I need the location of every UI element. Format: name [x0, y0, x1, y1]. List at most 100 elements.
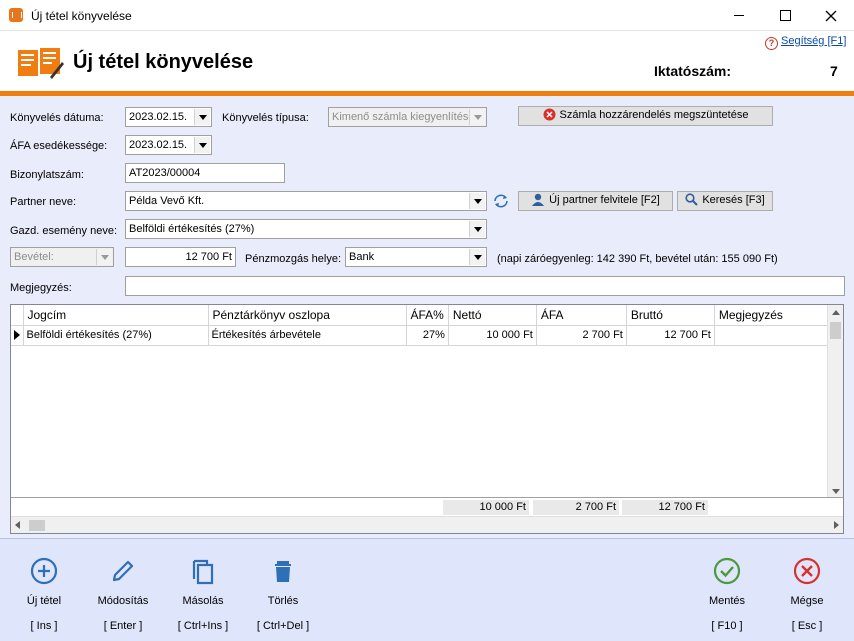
- minimize-icon: [734, 15, 744, 17]
- cell-afa-szazalek[interactable]: 27%: [406, 325, 449, 346]
- partner-label: Partner neve:: [10, 196, 77, 208]
- user-icon: [532, 193, 545, 206]
- total-netto: 10 000 Ft: [443, 500, 529, 515]
- uj-partner-label: Új partner felvitele [F2]: [549, 194, 660, 206]
- app-icon: [9, 8, 23, 22]
- delete-label: Törlés: [267, 595, 299, 607]
- megjegyzes-label: Megjegyzés:: [10, 282, 72, 294]
- scroll-down-arrow-icon[interactable]: [832, 489, 840, 494]
- window-title: Új tétel könyvelése: [31, 9, 132, 23]
- edit-shortcut: [ Enter ]: [103, 620, 143, 632]
- delete-button[interactable]: Törlés [ Ctrl+Del ]: [248, 539, 318, 641]
- afa-esedekesseg-picker[interactable]: 2023.02.15.: [125, 135, 212, 155]
- cell-jogcim[interactable]: Belföldi értékesítés (27%): [23, 325, 209, 346]
- column-header-brutto[interactable]: Bruttó: [626, 305, 715, 326]
- edit-label: Módosítás: [97, 595, 149, 607]
- konyveles-tipusa-select[interactable]: Kimenő számla kiegyenlítése: [328, 107, 487, 127]
- chevron-down-icon[interactable]: [469, 221, 485, 237]
- szamla-btn-label: Számla hozzárendelés megszüntetése: [559, 109, 749, 121]
- close-window-button[interactable]: [808, 0, 854, 31]
- copy-icon: [192, 559, 214, 585]
- totals-row: 10 000 Ft 2 700 Ft 12 700 Ft: [11, 497, 843, 516]
- table-row[interactable]: Belföldi értékesítés (27%) Értékesítés á…: [11, 325, 835, 346]
- cell-penztarkonyv[interactable]: Értékesítés árbevétele: [208, 325, 407, 346]
- gazd-esemeny-select[interactable]: Belföldi értékesítés (27%): [125, 219, 487, 239]
- penzmozgas-select[interactable]: Bank: [345, 247, 487, 267]
- delete-shortcut: [ Ctrl+Del ]: [256, 620, 310, 632]
- edit-button[interactable]: Módosítás [ Enter ]: [88, 539, 158, 641]
- uj-partner-button[interactable]: Új partner felvitele [F2]: [518, 191, 673, 211]
- save-button[interactable]: Mentés [ F10 ]: [692, 539, 762, 641]
- megjegyzes-input[interactable]: [125, 276, 845, 296]
- remove-circle-icon: [543, 108, 556, 121]
- maximize-button[interactable]: [762, 0, 808, 31]
- total-brutto: 12 700 Ft: [622, 500, 708, 515]
- chevron-down-icon[interactable]: [194, 109, 210, 125]
- column-header-jogcim[interactable]: Jogcím: [23, 305, 209, 326]
- tetelek-grid[interactable]: Jogcím Pénztárkönyv oszlopa ÁFA% Nettó Á…: [10, 304, 844, 534]
- table-header-row: Jogcím Pénztárkönyv oszlopa ÁFA% Nettó Á…: [11, 305, 835, 326]
- scroll-left-arrow-icon[interactable]: [15, 521, 20, 529]
- kereses-label: Keresés [F3]: [702, 194, 765, 206]
- row-indicator: [11, 325, 24, 346]
- cell-netto[interactable]: 10 000 Ft: [448, 325, 537, 346]
- page-header: Új tétel könyvelése ? Segítség [F1] Iktat…: [0, 31, 854, 91]
- column-header-afa[interactable]: ÁFA: [536, 305, 627, 326]
- cancel-button[interactable]: Mégse [ Esc ]: [772, 539, 842, 641]
- chevron-down-icon[interactable]: [194, 137, 210, 153]
- total-afa: 2 700 Ft: [533, 500, 619, 515]
- vertical-scrollbar[interactable]: [827, 305, 843, 499]
- close-icon: [825, 10, 837, 22]
- cancel-circle-icon: [793, 557, 821, 585]
- refresh-icon[interactable]: [492, 193, 510, 209]
- chevron-down-icon[interactable]: [469, 109, 485, 125]
- cell-afa[interactable]: 2 700 Ft: [536, 325, 627, 346]
- vertical-scroll-thumb[interactable]: [830, 322, 841, 339]
- osszeg-input[interactable]: 12 700 Ft: [125, 247, 236, 267]
- minimize-button[interactable]: [716, 0, 762, 31]
- partner-value: Példa Vevő Kft.: [129, 195, 205, 207]
- chevron-down-icon[interactable]: [469, 193, 485, 209]
- cell-brutto[interactable]: 12 700 Ft: [626, 325, 715, 346]
- page-title: Új tétel könyvelése: [73, 51, 254, 73]
- konyveles-tipusa-label: Könyvelés típusa:: [222, 112, 309, 124]
- help-link-label[interactable]: Segítség [F1]: [781, 35, 846, 47]
- trash-icon: [275, 561, 291, 582]
- new-item-button[interactable]: Új tétel [ Ins ]: [9, 539, 79, 641]
- column-header-netto[interactable]: Nettó: [448, 305, 537, 326]
- copy-label: Másolás: [182, 595, 224, 607]
- irany-value: Bevétel:: [14, 251, 54, 263]
- search-icon: [685, 193, 699, 206]
- kereses-button[interactable]: Keresés [F3]: [677, 191, 773, 211]
- entry-form: Könyvelés dátuma: 2023.02.15. Könyvelés …: [0, 96, 854, 538]
- ledger-book-icon: [18, 48, 64, 79]
- copy-button[interactable]: Másolás [ Ctrl+Ins ]: [168, 539, 238, 641]
- iktatoszam-label: Iktatószám:: [654, 63, 732, 79]
- cancel-label: Mégse: [790, 595, 824, 607]
- irany-select[interactable]: Bevétel:: [10, 247, 114, 267]
- column-header-megjegyzes[interactable]: Megjegyzés: [714, 305, 835, 326]
- partner-select[interactable]: Példa Vevő Kft.: [125, 191, 487, 211]
- save-label: Mentés: [708, 595, 746, 607]
- pencil-icon: [112, 560, 134, 582]
- scroll-up-arrow-icon[interactable]: [832, 310, 840, 315]
- cancel-shortcut: [ Esc ]: [791, 620, 823, 632]
- current-row-arrow-icon: [14, 330, 20, 341]
- penzmozgas-label: Pénzmozgás helye:: [245, 253, 341, 265]
- tetelek-table: Jogcím Pénztárkönyv oszlopa ÁFA% Nettó Á…: [11, 305, 835, 346]
- iktatoszam-value: 7: [830, 63, 838, 79]
- bizonylatszam-input[interactable]: AT2023/00004: [125, 163, 285, 183]
- szamla-hozzarendeles-megszuntetese-button[interactable]: Számla hozzárendelés megszüntetése: [518, 106, 773, 126]
- column-header-afa-szazalek[interactable]: ÁFA%: [406, 305, 449, 326]
- scroll-right-arrow-icon[interactable]: [834, 521, 839, 529]
- chevron-down-icon[interactable]: [96, 249, 112, 265]
- afa-esedekesseg-label: ÁFA esedékessége:: [10, 140, 108, 152]
- help-link[interactable]: ? Segítség [F1]: [765, 35, 846, 50]
- maximize-icon: [779, 10, 791, 22]
- chevron-down-icon[interactable]: [469, 249, 485, 265]
- horizontal-scrollbar[interactable]: [11, 516, 843, 533]
- horizontal-scroll-thumb[interactable]: [29, 520, 45, 531]
- cell-megjegyzes[interactable]: [714, 325, 835, 346]
- column-header-penztarkonyv[interactable]: Pénztárkönyv oszlopa: [208, 305, 407, 326]
- konyveles-datuma-picker[interactable]: 2023.02.15.: [125, 107, 212, 127]
